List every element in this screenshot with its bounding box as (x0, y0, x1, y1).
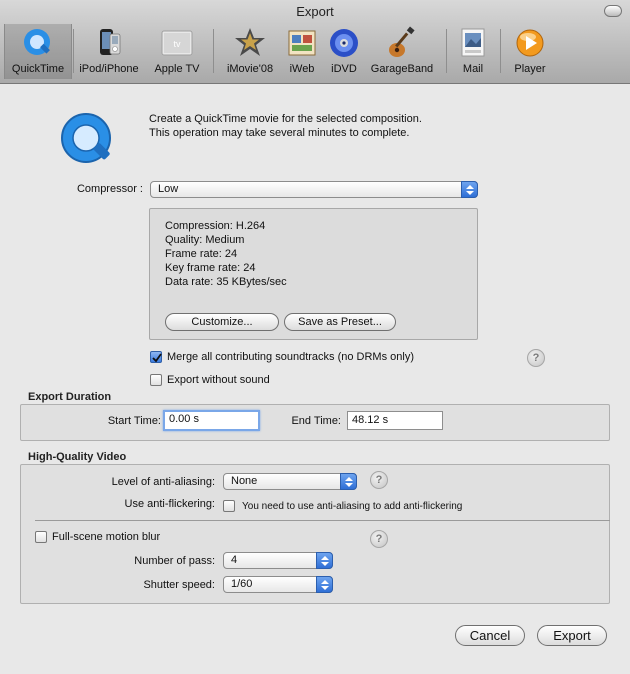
motion-blur-label: Full-scene motion blur (52, 531, 161, 543)
tab-ipod-iphone[interactable]: iPod/iPhone (74, 24, 144, 78)
shutter-value: 1/60 (231, 578, 253, 590)
merge-soundtracks-checkbox[interactable] (150, 351, 162, 363)
mail-icon (461, 28, 485, 57)
title-bar: Export QuickTime iPod/iPhone tv Apple TV… (0, 0, 630, 84)
hq-video-group: Level of anti-aliasing: None ? Use anti-… (20, 464, 610, 604)
help-button[interactable]: ? (527, 349, 545, 367)
compressor-value: Low (158, 183, 179, 195)
popup-arrows-icon (316, 576, 333, 593)
data-rate-info: Data rate: 35 KBytes/sec (165, 276, 287, 288)
frame-rate-info: Frame rate: 24 (165, 248, 238, 260)
tab-apple-tv[interactable]: tv Apple TV (146, 24, 208, 78)
passes-label: Number of pass: (134, 555, 215, 567)
quicktime-logo-icon (61, 113, 111, 163)
cancel-button[interactable]: Cancel (455, 625, 525, 646)
antialiasing-value: None (231, 475, 258, 487)
tab-label: Apple TV (154, 63, 200, 75)
svg-text:tv: tv (173, 39, 181, 49)
hq-video-title: High-Quality Video (28, 451, 127, 463)
end-time-label: End Time: (291, 415, 341, 427)
key-frame-rate-info: Key frame rate: 24 (165, 262, 256, 274)
end-time-field[interactable]: 48.12 s (347, 411, 443, 430)
antiflicker-label: Use anti-flickering: (124, 498, 215, 510)
tab-label: iWeb (289, 63, 315, 75)
description-line: Create a QuickTime movie for the selecte… (149, 113, 422, 125)
shutter-label: Shutter speed: (143, 579, 215, 591)
antiflicker-note: You need to use anti-aliasing to add ant… (242, 501, 463, 512)
antialiasing-popup[interactable]: None (223, 473, 357, 490)
divider (35, 520, 610, 521)
save-as-preset-button[interactable]: Save as Preset... (284, 313, 396, 331)
checkmark-icon (152, 353, 162, 363)
export-button[interactable]: Export (537, 625, 607, 646)
toolbar-separator (500, 29, 501, 73)
tab-player[interactable]: Player (506, 24, 554, 78)
shutter-popup[interactable]: 1/60 (223, 576, 333, 593)
compressor-settings-box: Compression: H.264 Quality: Medium Frame… (149, 208, 478, 340)
tab-label: iDVD (331, 63, 357, 75)
export-toolbar: QuickTime iPod/iPhone tv Apple TV iMovie… (0, 24, 630, 80)
tab-label: iPod/iPhone (79, 63, 139, 75)
toolbar-separator (213, 29, 214, 73)
popup-arrows-icon (316, 552, 333, 569)
compression-info: Compression: H.264 (165, 220, 266, 232)
tab-idvd[interactable]: iDVD (324, 24, 364, 78)
description-line: This operation may take several minutes … (149, 127, 410, 139)
imovie-icon (235, 28, 265, 56)
quality-info: Quality: Medium (165, 234, 245, 246)
export-duration-group: Start Time: 0.00 s End Time: 48.12 s (20, 404, 610, 441)
tab-mail[interactable]: Mail (452, 24, 494, 78)
tab-label: iMovie'08 (226, 63, 274, 75)
ipod-iphone-icon (100, 29, 121, 55)
tab-quicktime[interactable]: QuickTime (4, 24, 72, 79)
tab-garageband[interactable]: GarageBand (366, 24, 438, 78)
popup-arrows-icon (461, 181, 478, 198)
passes-value: 4 (231, 554, 238, 566)
tab-imovie[interactable]: iMovie'08 (220, 24, 280, 78)
antiflicker-checkbox[interactable] (223, 500, 235, 512)
compressor-popup[interactable]: Low (150, 181, 478, 198)
quicktime-icon (24, 29, 50, 55)
description: Create a QuickTime movie for the selecte… (149, 112, 422, 140)
motion-blur-checkbox[interactable] (35, 531, 47, 543)
start-time-label: Start Time: (107, 415, 161, 427)
garageband-icon (389, 26, 415, 57)
player-icon (516, 29, 544, 57)
toolbar-separator (446, 29, 447, 73)
customize-button[interactable]: Customize... (165, 313, 279, 331)
help-button[interactable]: ? (370, 471, 388, 489)
merge-soundtracks-label: Merge all contributing soundtracks (no D… (167, 351, 414, 363)
antialiasing-label: Level of anti-aliasing: (111, 476, 215, 488)
export-dialog: Export QuickTime iPod/iPhone tv Apple TV… (0, 0, 630, 674)
tab-iweb[interactable]: iWeb (282, 24, 322, 78)
tab-label: GarageBand (370, 63, 434, 75)
toolbar-toggle-button[interactable] (604, 5, 622, 17)
help-button[interactable]: ? (370, 530, 388, 548)
tab-label: Player (514, 63, 546, 75)
passes-popup[interactable]: 4 (223, 552, 333, 569)
tab-label: Mail (462, 63, 484, 75)
iweb-icon (288, 30, 316, 56)
tab-label: QuickTime (11, 63, 65, 75)
popup-arrows-icon (340, 473, 357, 490)
export-without-sound-label: Export without sound (167, 374, 270, 386)
compressor-label: Compressor : (76, 183, 143, 195)
export-duration-title: Export Duration (28, 391, 112, 403)
start-time-field[interactable]: 0.00 s (163, 410, 260, 431)
export-without-sound-checkbox[interactable] (150, 374, 162, 386)
apple-tv-icon: tv (161, 30, 193, 56)
idvd-icon (330, 29, 358, 57)
window-title: Export (296, 4, 334, 19)
